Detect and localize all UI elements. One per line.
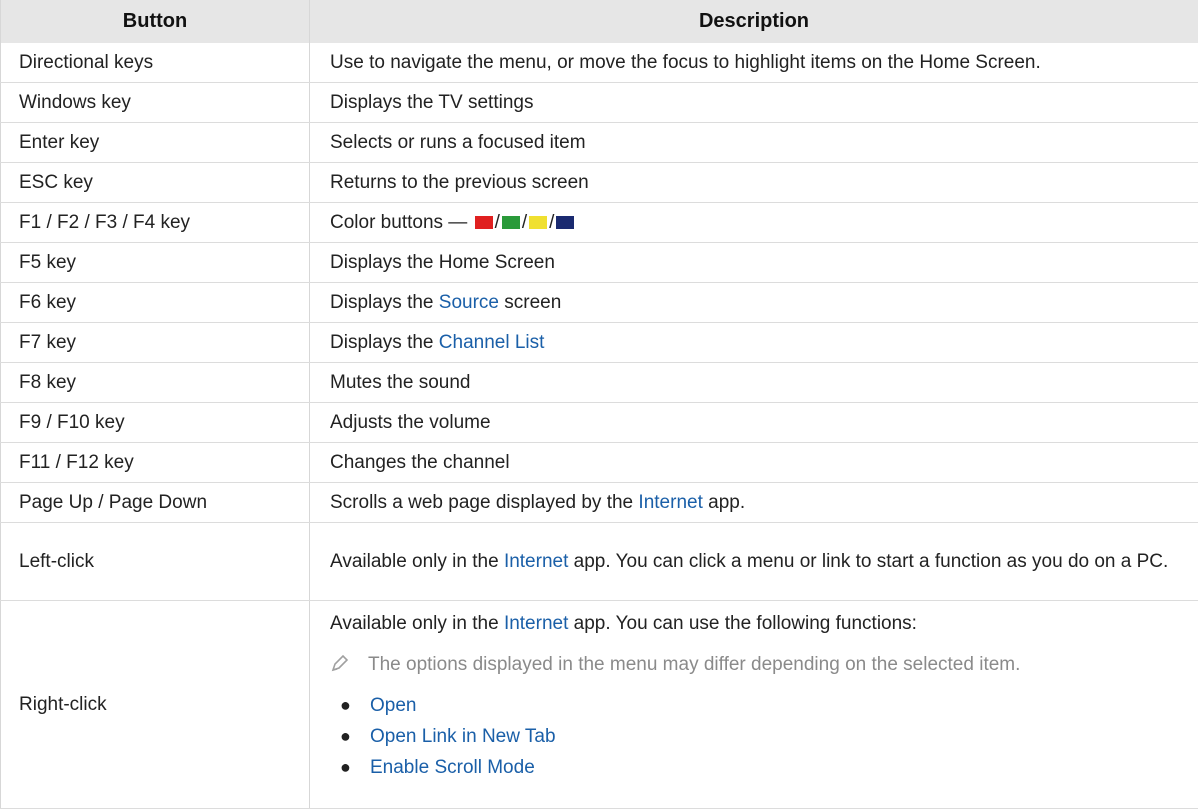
desc-text: app. bbox=[702, 491, 746, 513]
list-item: ● Enable Scroll Mode bbox=[330, 752, 1198, 783]
table-row: F1 / F2 / F3 / F4 key Color buttons — / /… bbox=[0, 202, 1198, 243]
slash: / bbox=[494, 211, 500, 233]
internet-link[interactable]: Internet bbox=[504, 551, 568, 572]
note-text: The options displayed in the menu may di… bbox=[368, 654, 1021, 675]
description-cell: Adjusts the volume bbox=[309, 402, 1198, 443]
bullet-icon: ● bbox=[340, 725, 351, 746]
button-cell: F11 / F12 key bbox=[0, 442, 310, 483]
table-row: F6 key Displays the Source screen bbox=[0, 282, 1198, 323]
table-row: F5 key Displays the Home Screen bbox=[0, 242, 1198, 283]
button-cell: F8 key bbox=[0, 362, 310, 403]
desc-text: Scrolls a web page displayed by the bbox=[330, 491, 639, 513]
button-cell: F1 / F2 / F3 / F4 key bbox=[0, 202, 310, 243]
description-cell: Returns to the previous screen bbox=[309, 162, 1198, 203]
table-row: F8 key Mutes the sound bbox=[0, 362, 1198, 403]
open-link[interactable]: Open bbox=[370, 690, 416, 721]
description-cell: Displays the TV settings bbox=[309, 82, 1198, 123]
description-cell: Color buttons — / / / bbox=[309, 202, 1198, 243]
button-cell: F5 key bbox=[0, 242, 310, 283]
table-header-row: Button Description bbox=[0, 0, 1198, 43]
desc-text: app. You can click a menu or link to sta… bbox=[568, 550, 1169, 572]
list-item: ● Open bbox=[330, 690, 1198, 721]
button-cell: Left-click bbox=[0, 522, 310, 601]
description-cell: Available only in the Internet app. You … bbox=[309, 600, 1198, 809]
table-row: F9 / F10 key Adjusts the volume bbox=[0, 402, 1198, 443]
function-list: ● Open ● Open Link in New Tab ● Enable Scro… bbox=[330, 690, 1198, 783]
description-cell: Changes the channel bbox=[309, 442, 1198, 483]
description-cell: Mutes the sound bbox=[309, 362, 1198, 403]
pencil-icon bbox=[330, 653, 354, 678]
button-cell: Directional keys bbox=[0, 43, 310, 83]
key-function-table: Button Description Directional keys Use … bbox=[0, 0, 1198, 809]
note: The options displayed in the menu may di… bbox=[330, 653, 1198, 678]
description-cell: Use to navigate the menu, or move the fo… bbox=[309, 43, 1198, 83]
button-cell: Enter key bbox=[0, 122, 310, 163]
desc-text: Available only in the bbox=[330, 612, 504, 634]
description-cell: Displays the Channel List bbox=[309, 322, 1198, 363]
channel-list-link[interactable]: Channel List bbox=[439, 332, 545, 353]
enable-scroll-mode-link[interactable]: Enable Scroll Mode bbox=[370, 752, 535, 783]
table-row: Page Up / Page Down Scrolls a web page d… bbox=[0, 482, 1198, 523]
button-cell: Right-click bbox=[0, 600, 310, 809]
button-cell: F6 key bbox=[0, 282, 310, 323]
table-row: Windows key Displays the TV settings bbox=[0, 82, 1198, 123]
internet-link[interactable]: Internet bbox=[638, 492, 702, 513]
slash: / bbox=[549, 211, 555, 233]
desc-text: Displays the bbox=[330, 331, 439, 353]
desc-text: Displays the bbox=[330, 291, 439, 313]
open-in-new-tab-link[interactable]: Open Link in New Tab bbox=[370, 721, 556, 752]
button-cell: ESC key bbox=[0, 162, 310, 203]
description-cell: Displays the Home Screen bbox=[309, 242, 1198, 283]
desc-text: screen bbox=[498, 291, 562, 313]
table-row: F7 key Displays the Channel List bbox=[0, 322, 1198, 363]
table-row: F11 / F12 key Changes the channel bbox=[0, 442, 1198, 483]
description-cell: Available only in the Internet app. You … bbox=[309, 522, 1198, 601]
table-row: Right-click Available only in the Intern… bbox=[0, 600, 1198, 809]
desc-text: Available only in the bbox=[330, 550, 504, 572]
header-button: Button bbox=[0, 0, 310, 43]
blue-swatch bbox=[556, 215, 575, 229]
table-row: Left-click Available only in the Interne… bbox=[0, 522, 1198, 601]
table-row: Directional keys Use to navigate the men… bbox=[0, 43, 1198, 83]
button-cell: F7 key bbox=[0, 322, 310, 363]
yellow-swatch bbox=[529, 215, 548, 229]
description-cell: Selects or runs a focused item bbox=[309, 122, 1198, 163]
table-row: ESC key Returns to the previous screen bbox=[0, 162, 1198, 203]
red-swatch bbox=[474, 215, 493, 229]
header-description: Description bbox=[309, 0, 1198, 43]
table-row: Enter key Selects or runs a focused item bbox=[0, 122, 1198, 163]
description-cell: Displays the Source screen bbox=[309, 282, 1198, 323]
button-cell: F9 / F10 key bbox=[0, 402, 310, 443]
button-cell: Page Up / Page Down bbox=[0, 482, 310, 523]
slash: / bbox=[521, 211, 528, 233]
bullet-icon: ● bbox=[340, 694, 351, 715]
bullet-icon: ● bbox=[340, 756, 351, 777]
description-cell: Scrolls a web page displayed by the Inte… bbox=[309, 482, 1198, 523]
green-swatch bbox=[501, 215, 520, 229]
desc-text: app. You can use the following functions… bbox=[568, 612, 917, 634]
right-click-intro: Available only in the Internet app. You … bbox=[330, 613, 1198, 635]
source-link[interactable]: Source bbox=[439, 292, 499, 313]
button-cell: Windows key bbox=[0, 82, 310, 123]
list-item: ● Open Link in New Tab bbox=[330, 721, 1198, 752]
color-buttons-label: Color buttons — bbox=[330, 211, 468, 233]
internet-link[interactable]: Internet bbox=[504, 613, 568, 634]
